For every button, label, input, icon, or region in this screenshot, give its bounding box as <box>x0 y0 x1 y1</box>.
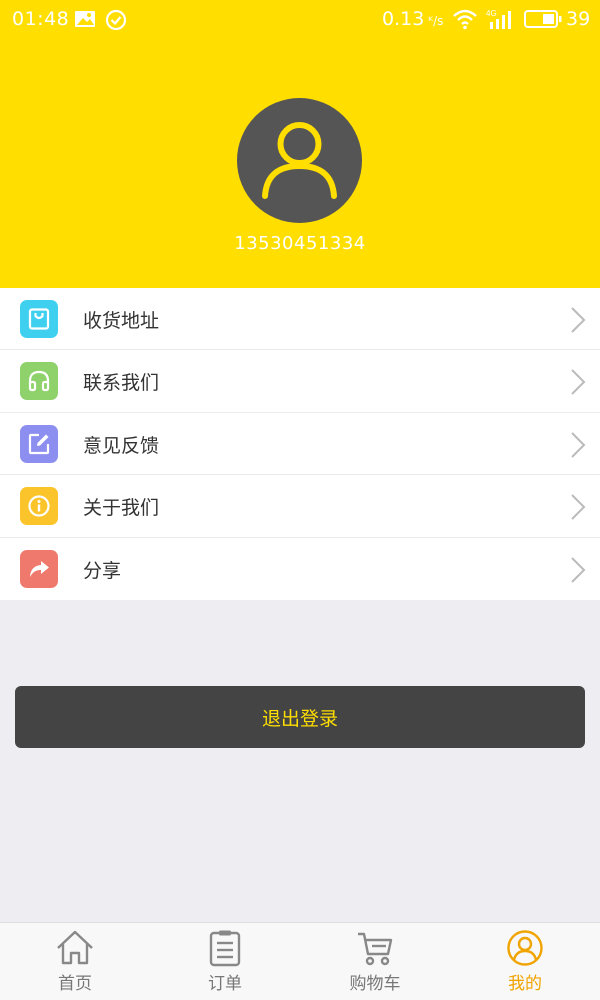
menu-item-share[interactable]: 分享 <box>0 538 600 600</box>
status-bar: 01:48 0.13 ᴷ/s 4G 39 <box>0 0 600 40</box>
user-phone: 13530451334 <box>234 233 366 254</box>
logout-button[interactable]: 退出登录 <box>15 686 585 748</box>
home-icon <box>57 930 93 965</box>
settings-menu: 收货地址 联系我们 意见反馈 关于我们 分享 <box>0 288 600 600</box>
menu-item-feedback[interactable]: 意见反馈 <box>0 413 600 476</box>
wifi-icon <box>452 8 478 35</box>
menu-item-label: 分享 <box>83 559 122 582</box>
check-circle-icon <box>105 9 127 36</box>
svg-text:4G: 4G <box>486 9 497 18</box>
info-icon <box>20 487 58 526</box>
tab-label: 我的 <box>508 974 542 994</box>
tab-cart[interactable]: 购物车 <box>300 923 450 1000</box>
battery-icon <box>524 10 562 33</box>
tab-home[interactable]: 首页 <box>0 923 150 1000</box>
user-icon <box>262 122 337 199</box>
edit-icon <box>20 424 58 463</box>
menu-item-label: 关于我们 <box>83 497 160 520</box>
avatar[interactable] <box>237 98 362 223</box>
chevron-right-icon <box>570 306 586 338</box>
battery-level: 39 <box>566 8 591 30</box>
clipboard-icon <box>209 930 241 967</box>
menu-item-label: 收货地址 <box>83 310 160 332</box>
chevron-right-icon <box>570 493 586 525</box>
shopping-bag-icon <box>20 300 58 338</box>
image-icon <box>74 9 96 34</box>
status-time: 01:48 <box>12 8 70 30</box>
tab-label: 订单 <box>208 974 242 994</box>
tab-label: 购物车 <box>349 974 401 994</box>
menu-item-about-us[interactable]: 关于我们 <box>0 475 600 538</box>
tab-orders[interactable]: 订单 <box>150 923 300 1000</box>
network-speed: 0.13 ᴷ/s <box>382 8 444 30</box>
user-circle-icon <box>507 930 543 966</box>
bottom-tab-bar: 首页 订单 购物车 我的 <box>0 922 600 1000</box>
chevron-right-icon <box>570 556 586 588</box>
chevron-right-icon <box>570 431 586 463</box>
menu-item-label: 意见反馈 <box>83 434 160 457</box>
menu-item-label: 联系我们 <box>83 372 160 395</box>
signal-4g-icon: 4G <box>486 8 516 35</box>
profile-header: 01:48 0.13 ᴷ/s 4G 39 13530451334 <box>0 0 600 288</box>
tab-mine[interactable]: 我的 <box>450 923 600 1000</box>
tab-label: 首页 <box>58 974 92 994</box>
cart-icon <box>358 932 393 966</box>
headphones-icon <box>20 362 58 401</box>
share-icon <box>20 549 58 588</box>
menu-item-contact-us[interactable]: 联系我们 <box>0 350 600 413</box>
chevron-right-icon <box>570 368 586 400</box>
menu-item-shipping-address[interactable]: 收货地址 <box>0 288 600 351</box>
